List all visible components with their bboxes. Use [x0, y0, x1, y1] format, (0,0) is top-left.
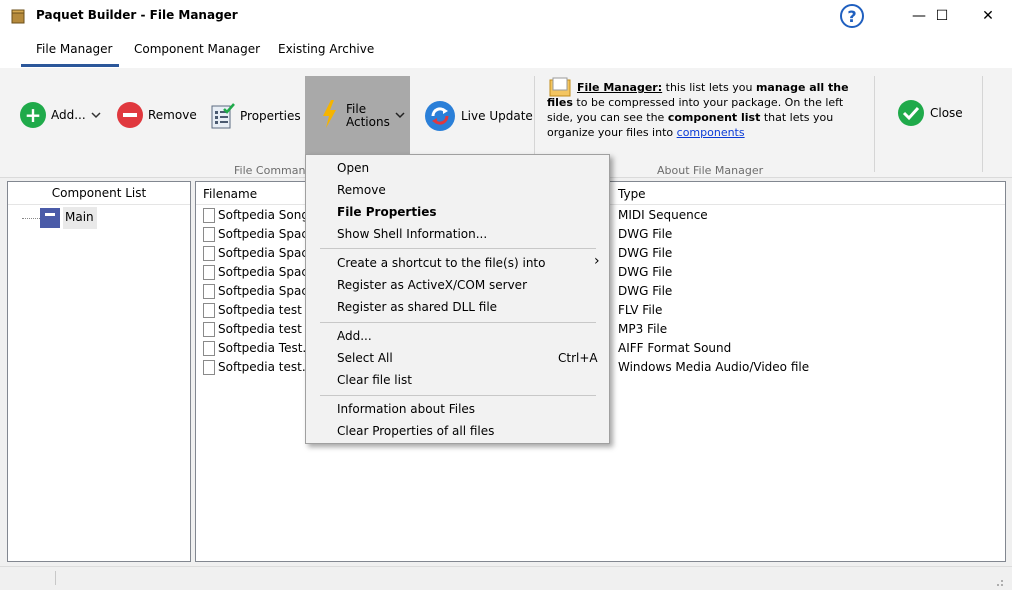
file-name-cell: Softpedia test.asf: [218, 360, 308, 374]
close-label: Close: [930, 106, 963, 120]
file-type-cell: FLV File: [618, 303, 663, 317]
menu-item-remove[interactable]: Remove: [337, 183, 386, 197]
file-icon: [203, 265, 215, 280]
file-type-cell: DWG File: [618, 265, 673, 279]
file-name-cell: Softpedia Test.aiff: [218, 341, 308, 355]
add-label: Add...: [51, 108, 86, 122]
file-actions-label-line1: File: [346, 102, 367, 116]
file-icon: [203, 284, 215, 299]
file-type-cell: AIFF Format Sound: [618, 341, 732, 355]
chevron-down-icon: [395, 112, 405, 119]
menu-item-create-shortcut[interactable]: Create a shortcut to the file(s) into: [337, 256, 545, 270]
menu-item-register-dll[interactable]: Register as shared DLL file: [337, 300, 497, 314]
file-icon: [203, 322, 215, 337]
file-actions-menu: Open Remove File Properties Show Shell I…: [305, 154, 610, 444]
active-tab-indicator: [21, 64, 119, 67]
remove-icon: [117, 102, 143, 128]
file-type-cell: MIDI Sequence: [618, 208, 708, 222]
menu-item-information-about-files[interactable]: Information about Files: [337, 402, 475, 416]
file-icon: [203, 360, 215, 375]
tree-item-label: Main: [63, 207, 97, 229]
component-panel: Component List Main: [7, 181, 191, 562]
live-update-button[interactable]: Live Update: [424, 100, 533, 132]
ribbon-separator: [874, 76, 875, 172]
lightning-icon: [323, 100, 336, 128]
column-type[interactable]: Type: [618, 187, 646, 201]
folder-icon: [40, 208, 60, 228]
close-check-icon: [898, 100, 924, 126]
chevron-down-icon: [91, 112, 101, 119]
menu-item-select-all[interactable]: Select All: [337, 351, 393, 365]
select-all-shortcut: Ctrl+A: [558, 351, 598, 365]
live-update-label: Live Update: [461, 109, 533, 123]
maximize-button[interactable]: ☐: [919, 0, 965, 32]
app-icon: [10, 8, 26, 24]
close-button[interactable]: Close: [897, 99, 963, 127]
file-name-cell: Softpedia Space 1.dwg: [218, 227, 308, 241]
menu-item-open[interactable]: Open: [337, 161, 369, 175]
components-link[interactable]: components: [677, 126, 745, 139]
file-type-cell: DWG File: [618, 246, 673, 260]
file-name-cell: Softpedia Space 4.dwg: [218, 284, 308, 298]
remove-button[interactable]: Remove: [117, 102, 197, 128]
help-button[interactable]: ?: [838, 2, 870, 30]
about-file-manager-link[interactable]: File Manager:: [577, 81, 662, 94]
file-type-cell: Windows Media Audio/Video file: [618, 360, 810, 374]
file-type-cell: DWG File: [618, 227, 673, 241]
menu-separator: [320, 395, 596, 396]
status-divider: [55, 571, 56, 585]
menu-item-show-shell-info[interactable]: Show Shell Information...: [337, 227, 487, 241]
tab-component-manager[interactable]: Component Manager: [134, 42, 260, 56]
live-update-icon: [425, 101, 455, 131]
status-bar: [0, 566, 1012, 590]
component-list-header[interactable]: Component List: [8, 182, 190, 205]
tab-existing-archive[interactable]: Existing Archive: [278, 42, 374, 56]
file-actions-label-line2: Actions: [346, 115, 390, 129]
file-name-cell: Softpedia test slide.mp3: [218, 322, 308, 336]
file-actions-button[interactable]: File Actions: [305, 76, 410, 154]
file-icon: [203, 246, 215, 261]
title-bar: Paquet Builder - File Manager ? — ☐ ✕: [0, 0, 1012, 32]
properties-button[interactable]: Properties: [211, 103, 301, 129]
menu-separator: [320, 322, 596, 323]
menu-item-add[interactable]: Add...: [337, 329, 372, 343]
file-name-cell: Softpedia Space 3.dwg: [218, 265, 308, 279]
about-text: File Manager: this list lets you manage …: [547, 80, 865, 140]
ribbon-separator: [982, 76, 983, 172]
close-window-button[interactable]: ✕: [965, 0, 1011, 32]
column-filename[interactable]: Filename: [203, 187, 257, 201]
submenu-arrow-icon: ›: [594, 253, 600, 269]
file-name-cell: Softpedia test slide.flv: [218, 303, 308, 317]
file-icon: [203, 341, 215, 356]
file-icon: [203, 303, 215, 318]
file-name-cell: Softpedia Song.mid: [218, 208, 308, 222]
file-icon: [203, 208, 215, 223]
file-type-cell: DWG File: [618, 284, 673, 298]
file-type-cell: MP3 File: [618, 322, 668, 336]
tab-file-manager[interactable]: File Manager: [36, 42, 113, 56]
ribbon-tabs: File Manager Component Manager Existing …: [0, 32, 1012, 68]
properties-label: Properties: [240, 109, 301, 123]
add-icon: +: [20, 102, 46, 128]
menu-item-clear-file-list[interactable]: Clear file list: [337, 373, 412, 387]
menu-separator: [320, 248, 596, 249]
remove-label: Remove: [148, 108, 197, 122]
about-text-bold: component list: [667, 111, 761, 124]
resize-grip-icon[interactable]: [992, 575, 1004, 587]
about-group-label: About File Manager: [657, 164, 764, 177]
svg-text:?: ?: [847, 7, 856, 26]
menu-item-register-activex[interactable]: Register as ActiveX/COM server: [337, 278, 527, 292]
add-button[interactable]: + Add...: [20, 102, 101, 128]
menu-item-clear-properties[interactable]: Clear Properties of all files: [337, 424, 494, 438]
properties-icon: [211, 103, 235, 129]
about-text-part: this list lets you: [662, 81, 756, 94]
menu-item-file-properties[interactable]: File Properties: [337, 205, 436, 219]
window-title: Paquet Builder - File Manager: [36, 8, 238, 22]
file-name-cell: Softpedia Space 2.dwg: [218, 246, 308, 260]
file-icon: [203, 227, 215, 242]
